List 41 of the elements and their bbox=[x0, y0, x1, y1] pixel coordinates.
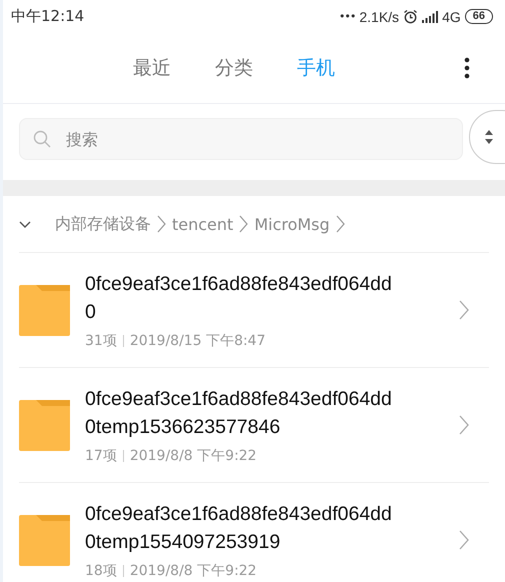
breadcrumb-item[interactable]: MicroMsg bbox=[254, 214, 330, 234]
network-speed: 2.1K/s bbox=[359, 8, 400, 24]
search-icon bbox=[33, 130, 51, 148]
item-count: 31项 bbox=[85, 332, 117, 350]
folder-icon bbox=[19, 284, 70, 336]
chevron-right-icon bbox=[459, 530, 469, 550]
battery-indicator: 66 bbox=[464, 9, 493, 24]
chevron-right-icon bbox=[459, 415, 469, 435]
tab[interactable]: 分类 bbox=[213, 51, 255, 85]
item-count: 18项 bbox=[85, 562, 117, 580]
folder-name: 0fce9eaf3ce1f6ad88fe843edf064dd bbox=[85, 387, 393, 412]
modified-date: 2019/8/15 下午8:47 bbox=[130, 332, 266, 350]
sort-icon bbox=[484, 129, 494, 145]
status-time: 中午12:14 bbox=[11, 7, 84, 26]
tab[interactable]: 最近 bbox=[131, 51, 173, 85]
search-field[interactable]: 搜索 bbox=[19, 118, 463, 160]
folder-icon bbox=[19, 514, 70, 566]
folder-name: 0fce9eaf3ce1f6ad88fe843edf064dd bbox=[85, 502, 393, 527]
alarm-icon bbox=[403, 9, 418, 24]
folder-name: 0temp1554097253919 bbox=[85, 530, 282, 555]
folder-name: 0 bbox=[85, 300, 97, 325]
notification-dots: ••• bbox=[338, 10, 356, 23]
breadcrumb-item[interactable]: tencent bbox=[172, 214, 234, 234]
signal-icon bbox=[422, 10, 438, 22]
folder-row[interactable]: 0fce9eaf3ce1f6ad88fe843edf064dd 0temp1554097253919 18项 2019/8/8 下午9:22 bbox=[19, 483, 489, 582]
modified-date: 2019/8/8 下午9:22 bbox=[130, 447, 257, 465]
folder-name: 0fce9eaf3ce1f6ad88fe843edf064dd bbox=[85, 272, 393, 297]
chevron-right-icon bbox=[157, 215, 166, 233]
folder-row[interactable]: 0fce9eaf3ce1f6ad88fe843edf064dd 0 31项 2019/8/15 下午8:47 bbox=[19, 253, 489, 368]
folder-icon bbox=[19, 400, 70, 450]
breadcrumb-item[interactable]: 内部存储设备 bbox=[55, 214, 151, 234]
modified-date: 2019/8/8 下午9:22 bbox=[130, 562, 257, 580]
folder-name: 0temp1536623577846 bbox=[85, 415, 282, 440]
more-icon[interactable] bbox=[464, 57, 470, 79]
item-count: 17项 bbox=[85, 447, 117, 465]
chevron-right-icon bbox=[459, 300, 469, 320]
network-type: 4G bbox=[442, 8, 461, 24]
chevron-right-icon bbox=[239, 215, 248, 233]
tab[interactable]: 手机 bbox=[295, 51, 337, 85]
folder-row[interactable]: 0fce9eaf3ce1f6ad88fe843edf064dd 0temp1536623577846 17项 2019/8/8 下午9:22 bbox=[19, 368, 489, 483]
chevron-right-icon bbox=[336, 215, 345, 233]
